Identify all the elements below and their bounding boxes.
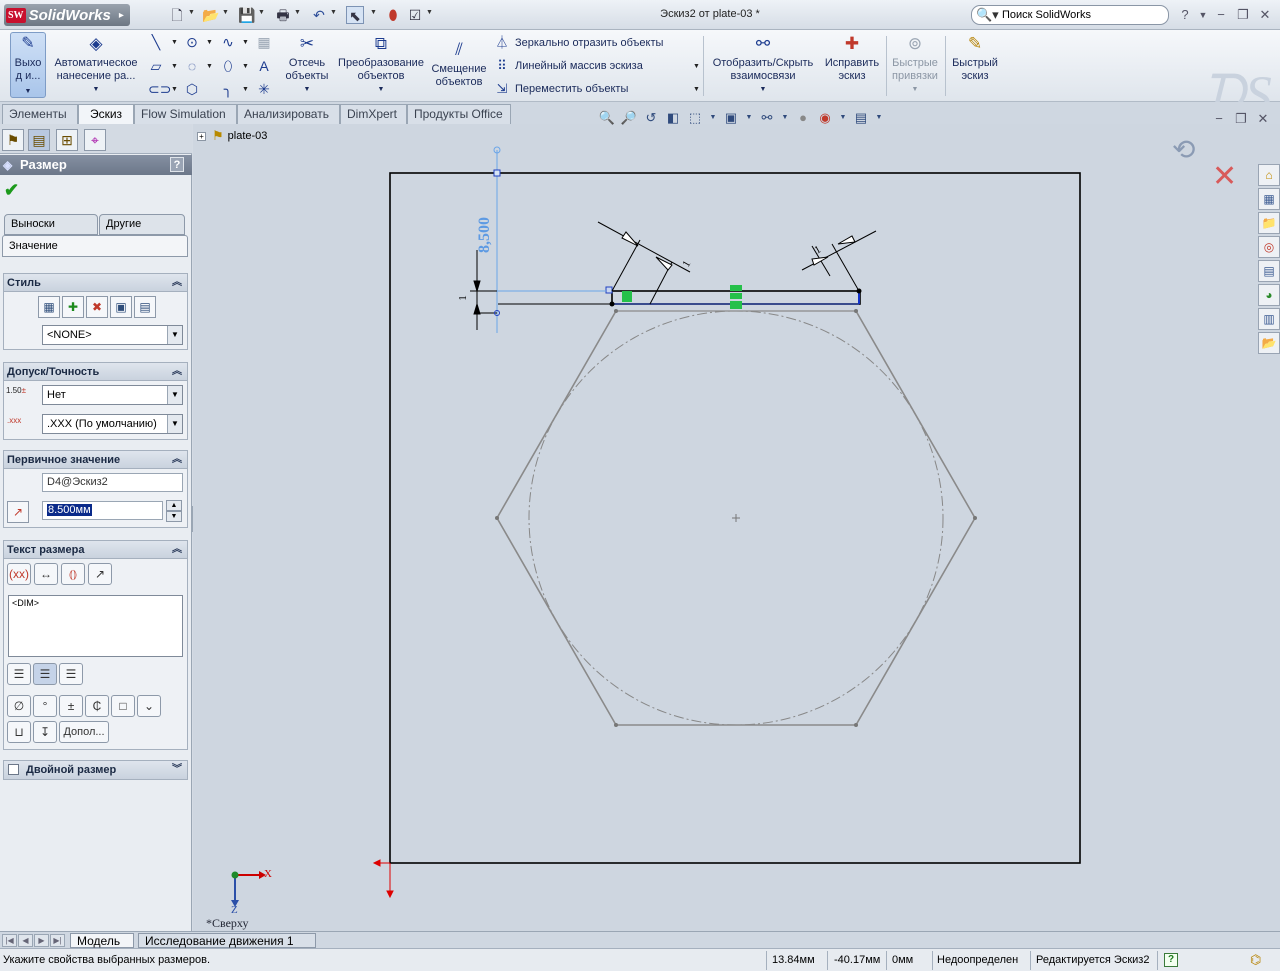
origin-center-marker <box>732 514 740 522</box>
dimension-label-1[interactable]: 1 <box>457 295 469 301</box>
last-tab-icon[interactable]: ▶| <box>50 934 65 947</box>
first-tab-icon[interactable]: |◀ <box>2 934 17 947</box>
tab-model[interactable]: Модель <box>70 933 134 948</box>
dimension-slot-right[interactable] <box>801 230 877 292</box>
next-tab-icon[interactable]: ▶ <box>34 934 49 947</box>
status-message: Укажите свойства выбранных размеров. <box>3 954 211 966</box>
relation-marker-icon <box>730 285 742 291</box>
coordinate-z: 0мм <box>892 954 914 966</box>
bottom-tabs: |◀ ◀ ▶ ▶| Модель Исследование движения 1 <box>0 931 1280 948</box>
tab-model-label: Модель <box>77 934 121 948</box>
sketch-origin <box>372 859 394 899</box>
z-axis-label: Z <box>231 904 238 916</box>
view-orientation-label: *Сверху <box>206 916 249 930</box>
status-bar: Укажите свойства выбранных размеров. 13.… <box>0 948 1280 971</box>
relation-marker-icon <box>622 291 632 302</box>
tab-motion-study[interactable]: Исследование движения 1 <box>138 933 316 948</box>
help-status-icon[interactable]: ? <box>1164 953 1178 967</box>
relation-marker-icon <box>730 301 742 309</box>
sketch-state: Недоопределен <box>937 954 1019 966</box>
dimension-value-label[interactable]: 8,500 <box>465 217 505 253</box>
coordinate-y: -40.17мм <box>834 954 881 966</box>
tab-motion-label: Исследование движения 1 <box>145 934 294 948</box>
rebuild-status-icon[interactable]: ⌬ <box>1250 952 1261 968</box>
sketch-canvas <box>231 146 1081 907</box>
coordinate-x: 13.84мм <box>772 954 815 966</box>
relation-marker-icon <box>730 293 742 299</box>
dimension-left-1[interactable] <box>470 250 497 330</box>
editing-status: Редактируется Эскиз2 <box>1036 954 1150 966</box>
x-axis-label: X <box>264 868 272 880</box>
dimension-8500[interactable] <box>493 146 606 333</box>
prev-tab-icon[interactable]: ◀ <box>18 934 33 947</box>
axis-triad <box>231 871 266 907</box>
